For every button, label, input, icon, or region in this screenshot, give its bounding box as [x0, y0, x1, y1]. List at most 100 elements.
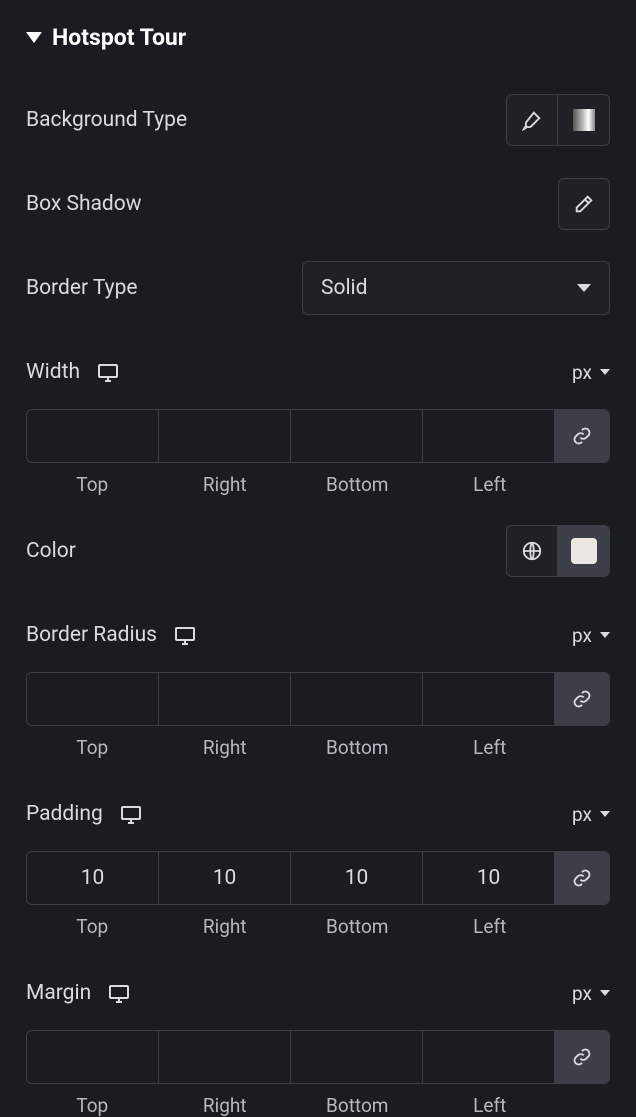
width-top-input[interactable]: [27, 410, 159, 462]
padding-dim-labels: Top Right Bottom Left: [26, 915, 610, 938]
dim-label-right: Right: [159, 473, 292, 496]
border-type-label: Border Type: [26, 276, 138, 300]
border-radius-dim-labels: Top Right Bottom Left: [26, 736, 610, 759]
margin-left-input[interactable]: [423, 1031, 555, 1083]
margin-bottom-input[interactable]: [291, 1031, 423, 1083]
border-radius-right-input[interactable]: [159, 673, 291, 725]
width-label-text: Width: [26, 360, 80, 384]
border-type-select[interactable]: Solid: [302, 261, 610, 315]
desktop-icon[interactable]: [173, 623, 197, 647]
margin-unit-picker[interactable]: px: [572, 982, 610, 1005]
border-radius-unit-picker[interactable]: px: [572, 624, 610, 647]
margin-link-button[interactable]: [555, 1031, 609, 1083]
link-icon: [572, 426, 592, 446]
border-radius-unit: px: [572, 624, 592, 647]
margin-top-input[interactable]: [27, 1031, 159, 1083]
chevron-down-icon: [600, 632, 610, 638]
border-radius-inputs: [26, 672, 610, 726]
width-dim-labels: Top Right Bottom Left: [26, 473, 610, 496]
width-row: Width px: [26, 345, 610, 399]
link-icon: [572, 868, 592, 888]
dim-label-right: Right: [159, 1094, 292, 1117]
margin-row: Margin px: [26, 966, 610, 1020]
margin-label-text: Margin: [26, 981, 91, 1005]
desktop-icon[interactable]: [96, 360, 120, 384]
width-right-input[interactable]: [159, 410, 291, 462]
padding-right-input[interactable]: [159, 852, 291, 904]
color-label: Color: [26, 539, 76, 563]
desktop-icon[interactable]: [107, 981, 131, 1005]
width-inputs-group: Top Right Bottom Left: [26, 409, 610, 496]
width-left-input[interactable]: [423, 410, 555, 462]
box-shadow-edit-button[interactable]: [558, 178, 610, 230]
width-bottom-input[interactable]: [291, 410, 423, 462]
color-global-button[interactable]: [506, 525, 558, 577]
link-icon: [572, 1047, 592, 1067]
margin-inputs: [26, 1030, 610, 1084]
box-shadow-row: Box Shadow: [26, 177, 610, 231]
border-radius-link-button[interactable]: [555, 673, 609, 725]
background-type-group: [506, 94, 610, 146]
margin-label: Margin: [26, 981, 131, 1005]
desktop-icon[interactable]: [119, 802, 143, 826]
border-radius-label: Border Radius: [26, 623, 197, 647]
color-swatch-button[interactable]: [558, 525, 610, 577]
border-type-value: Solid: [321, 276, 368, 300]
chevron-down-icon: [577, 284, 591, 292]
globe-icon: [521, 540, 543, 562]
padding-label: Padding: [26, 802, 143, 826]
background-type-label: Background Type: [26, 108, 187, 132]
background-gradient-button[interactable]: [558, 94, 610, 146]
margin-right-input[interactable]: [159, 1031, 291, 1083]
chevron-down-icon: [600, 811, 610, 817]
width-inputs: [26, 409, 610, 463]
width-link-button[interactable]: [555, 410, 609, 462]
margin-dim-labels: Top Right Bottom Left: [26, 1094, 610, 1117]
padding-link-button[interactable]: [555, 852, 609, 904]
section-title: Hotspot Tour: [52, 24, 186, 51]
border-radius-left-input[interactable]: [423, 673, 555, 725]
border-type-row: Border Type Solid: [26, 261, 610, 315]
chevron-down-icon: [600, 369, 610, 375]
dim-label-bottom: Bottom: [291, 915, 424, 938]
dim-label-left: Left: [424, 1094, 557, 1117]
padding-row: Padding px: [26, 787, 610, 841]
padding-unit: px: [572, 803, 592, 826]
dim-label-left: Left: [424, 736, 557, 759]
dim-label-left: Left: [424, 473, 557, 496]
width-unit: px: [572, 361, 592, 384]
dim-label-right: Right: [159, 915, 292, 938]
padding-label-text: Padding: [26, 802, 103, 826]
width-label: Width: [26, 360, 120, 384]
section-header[interactable]: Hotspot Tour: [26, 24, 610, 51]
dim-label-top: Top: [26, 736, 159, 759]
margin-inputs-group: Top Right Bottom Left: [26, 1030, 610, 1117]
width-unit-picker[interactable]: px: [572, 361, 610, 384]
padding-left-input[interactable]: [423, 852, 555, 904]
padding-bottom-input[interactable]: [291, 852, 423, 904]
border-radius-row: Border Radius px: [26, 608, 610, 662]
border-radius-label-text: Border Radius: [26, 623, 157, 647]
background-classic-button[interactable]: [506, 94, 558, 146]
padding-unit-picker[interactable]: px: [572, 803, 610, 826]
link-icon: [572, 689, 592, 709]
gradient-icon: [573, 109, 595, 131]
paintbrush-icon: [521, 109, 543, 131]
margin-unit: px: [572, 982, 592, 1005]
dim-label-top: Top: [26, 915, 159, 938]
dim-label-bottom: Bottom: [291, 736, 424, 759]
padding-top-input[interactable]: [27, 852, 159, 904]
border-radius-inputs-group: Top Right Bottom Left: [26, 672, 610, 759]
dim-label-left: Left: [424, 915, 557, 938]
color-row: Color: [26, 524, 610, 578]
padding-inputs: [26, 851, 610, 905]
dim-label-top: Top: [26, 473, 159, 496]
dim-label-right: Right: [159, 736, 292, 759]
padding-inputs-group: Top Right Bottom Left: [26, 851, 610, 938]
collapse-caret-icon: [26, 32, 42, 43]
dim-label-bottom: Bottom: [291, 1094, 424, 1117]
border-radius-top-input[interactable]: [27, 673, 159, 725]
chevron-down-icon: [600, 990, 610, 996]
border-radius-bottom-input[interactable]: [291, 673, 423, 725]
dim-label-top: Top: [26, 1094, 159, 1117]
